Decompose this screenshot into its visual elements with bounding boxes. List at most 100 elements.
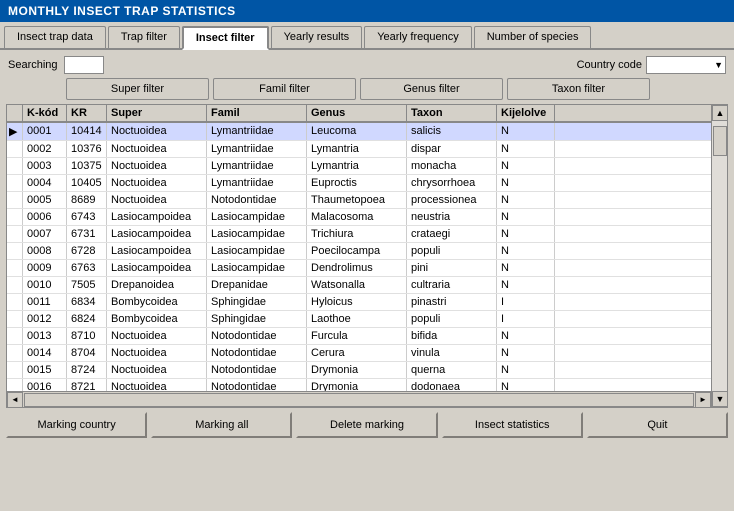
tab-insect-trap-data[interactable]: Insect trap data: [4, 26, 106, 48]
header-taxon: Taxon: [407, 105, 497, 121]
row-famil: Sphingidae: [207, 311, 307, 327]
horizontal-scrollbar[interactable]: ◄ ►: [7, 391, 711, 407]
table-row[interactable]: 0006 6743 Lasiocampoidea Lasiocampidae M…: [7, 209, 711, 226]
row-arrow: [7, 192, 23, 208]
table-body[interactable]: ▶ 0001 10414 Noctuoidea Lymantriidae Leu…: [7, 123, 711, 391]
row-taxon: populi: [407, 311, 497, 327]
row-kijelolve: N: [497, 192, 555, 208]
table-row[interactable]: 0012 6824 Bombycoidea Sphingidae Laothoe…: [7, 311, 711, 328]
chevron-down-icon: ▼: [714, 60, 723, 70]
header-famil: Famil: [207, 105, 307, 121]
row-famil: Lasiocampidae: [207, 209, 307, 225]
row-super: Noctuoidea: [107, 175, 207, 191]
table-row[interactable]: 0016 8721 Noctuoidea Notodontidae Drymon…: [7, 379, 711, 391]
quit-button[interactable]: Quit: [587, 412, 728, 438]
header-genus: Genus: [307, 105, 407, 121]
tab-insect-filter[interactable]: Insect filter: [182, 26, 269, 50]
row-genus: Leucoma: [307, 123, 407, 140]
scroll-thumb[interactable]: [713, 126, 727, 156]
row-kijelolve: N: [497, 243, 555, 259]
row-kr: 6763: [67, 260, 107, 276]
row-kijelolve: N: [497, 277, 555, 293]
genus-filter-button[interactable]: Genus filter: [360, 78, 503, 100]
row-kkod: 0003: [23, 158, 67, 174]
bottom-buttons: Marking country Marking all Delete marki…: [0, 408, 734, 442]
scroll-track[interactable]: [712, 121, 727, 391]
row-kkod: 0005: [23, 192, 67, 208]
row-arrow: [7, 345, 23, 361]
tab-yearly-results[interactable]: Yearly results: [271, 26, 363, 48]
row-taxon: chrysorrhoea: [407, 175, 497, 191]
row-kr: 6824: [67, 311, 107, 327]
row-arrow: [7, 294, 23, 310]
row-kkod: 0016: [23, 379, 67, 391]
row-famil: Lymantriidae: [207, 158, 307, 174]
delete-marking-button[interactable]: Delete marking: [296, 412, 437, 438]
tab-yearly-frequency[interactable]: Yearly frequency: [364, 26, 472, 48]
vertical-scrollbar[interactable]: ▲ ▼: [711, 105, 727, 407]
row-super: Noctuoidea: [107, 345, 207, 361]
row-arrow: [7, 277, 23, 293]
table-row[interactable]: 0008 6728 Lasiocampoidea Lasiocampidae P…: [7, 243, 711, 260]
famil-filter-button[interactable]: Famil filter: [213, 78, 356, 100]
row-kkod: 0009: [23, 260, 67, 276]
table-row[interactable]: 0003 10375 Noctuoidea Lymantriidae Lyman…: [7, 158, 711, 175]
table-row[interactable]: 0005 8689 Noctuoidea Notodontidae Thaume…: [7, 192, 711, 209]
row-kijelolve: I: [497, 311, 555, 327]
row-famil: Notodontidae: [207, 379, 307, 391]
table-row[interactable]: 0010 7505 Drepanoidea Drepanidae Watsona…: [7, 277, 711, 294]
row-kr: 10375: [67, 158, 107, 174]
scroll-up-button[interactable]: ▲: [712, 105, 728, 121]
scroll-down-button[interactable]: ▼: [712, 391, 728, 407]
table-row[interactable]: 0007 6731 Lasiocampoidea Lasiocampidae T…: [7, 226, 711, 243]
super-filter-button[interactable]: Super filter: [66, 78, 209, 100]
table-row[interactable]: 0014 8704 Noctuoidea Notodontidae Cerura…: [7, 345, 711, 362]
table-row[interactable]: 0004 10405 Noctuoidea Lymantriidae Eupro…: [7, 175, 711, 192]
table-row[interactable]: 0011 6834 Bombycoidea Sphingidae Hyloicu…: [7, 294, 711, 311]
table-row[interactable]: 0002 10376 Noctuoidea Lymantriidae Lyman…: [7, 141, 711, 158]
row-taxon: pinastri: [407, 294, 497, 310]
row-kr: 8724: [67, 362, 107, 378]
tab-trap-filter[interactable]: Trap filter: [108, 26, 180, 48]
row-kijelolve: N: [497, 260, 555, 276]
horizontal-scroll-track[interactable]: [24, 393, 694, 407]
row-kijelolve: N: [497, 209, 555, 225]
main-content: Searching Country code ▼ Super filter Fa…: [0, 50, 734, 408]
search-input[interactable]: [64, 56, 104, 74]
row-super: Lasiocampoidea: [107, 243, 207, 259]
row-arrow: [7, 158, 23, 174]
row-kr: 6728: [67, 243, 107, 259]
tabs-row: Insect trap data Trap filter Insect filt…: [0, 22, 734, 50]
row-kr: 8689: [67, 192, 107, 208]
table-row[interactable]: ▶ 0001 10414 Noctuoidea Lymantriidae Leu…: [7, 123, 711, 141]
row-arrow: [7, 379, 23, 391]
row-famil: Notodontidae: [207, 362, 307, 378]
country-label: Country code: [577, 59, 642, 71]
row-arrow: [7, 311, 23, 327]
marking-country-button[interactable]: Marking country: [6, 412, 147, 438]
table-row[interactable]: 0009 6763 Lasiocampoidea Lasiocampidae D…: [7, 260, 711, 277]
row-kr: 10376: [67, 141, 107, 157]
scroll-right-button[interactable]: ►: [695, 392, 711, 408]
row-famil: Notodontidae: [207, 328, 307, 344]
row-kijelolve: N: [497, 175, 555, 191]
table-row[interactable]: 0015 8724 Noctuoidea Notodontidae Drymon…: [7, 362, 711, 379]
row-genus: Hyloicus: [307, 294, 407, 310]
tab-number-of-species[interactable]: Number of species: [474, 26, 592, 48]
scroll-left-button[interactable]: ◄: [7, 392, 23, 408]
search-row: Searching Country code ▼: [6, 56, 728, 74]
row-famil: Notodontidae: [207, 345, 307, 361]
header-arrow: [7, 105, 23, 121]
row-genus: Euproctis: [307, 175, 407, 191]
filter-row: Super filter Famil filter Genus filter T…: [6, 78, 728, 100]
row-taxon: populi: [407, 243, 497, 259]
taxon-filter-button[interactable]: Taxon filter: [507, 78, 650, 100]
row-kijelolve: N: [497, 123, 555, 140]
data-table: K-kód KR Super Famil Genus Taxon Kijelol…: [6, 104, 728, 408]
row-kijelolve: I: [497, 294, 555, 310]
table-row[interactable]: 0013 8710 Noctuoidea Notodontidae Furcul…: [7, 328, 711, 345]
marking-all-button[interactable]: Marking all: [151, 412, 292, 438]
insect-statistics-button[interactable]: Insect statistics: [442, 412, 583, 438]
row-kkod: 0015: [23, 362, 67, 378]
country-dropdown[interactable]: ▼: [646, 56, 726, 74]
